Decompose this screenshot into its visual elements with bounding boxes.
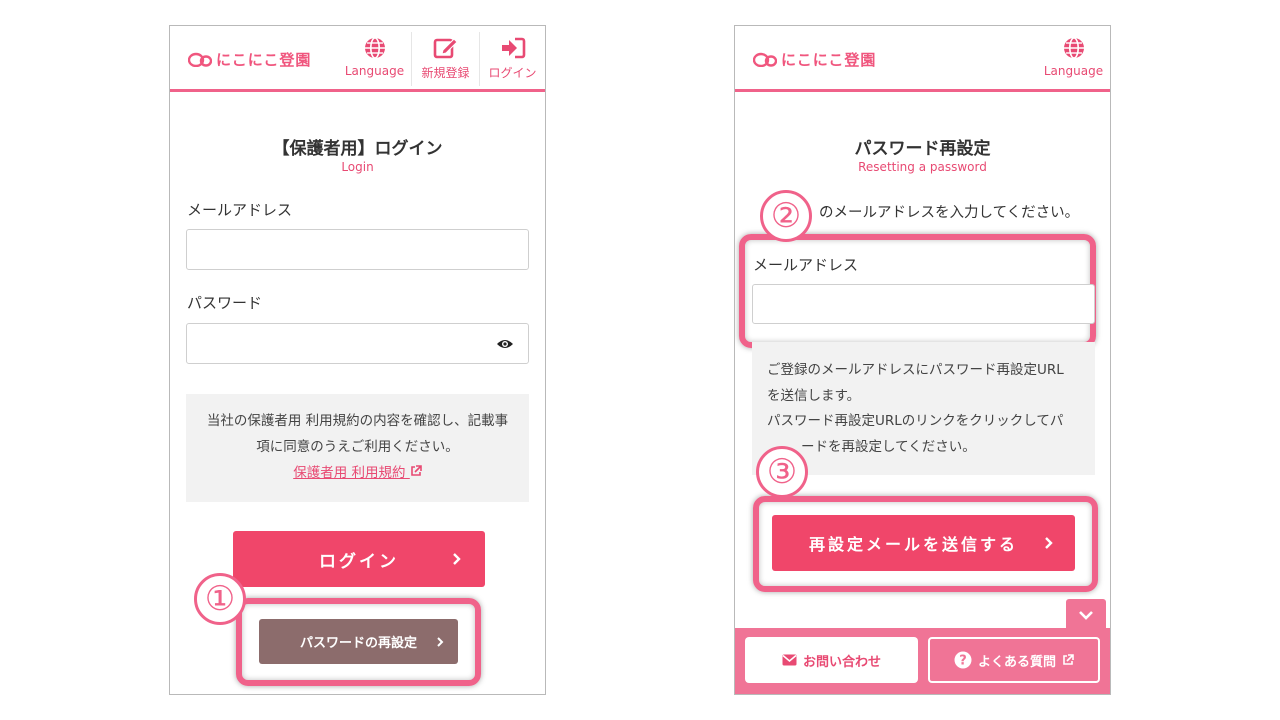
svg-text:?: ? bbox=[959, 654, 967, 669]
contact-label: お問い合わせ bbox=[802, 654, 881, 670]
faq-label: よくある質問 bbox=[977, 654, 1056, 670]
page-title: 【保護者用】ログイン bbox=[272, 139, 443, 159]
language-label: Language bbox=[344, 64, 405, 78]
language-label: Language bbox=[1043, 64, 1104, 78]
globe-icon bbox=[364, 37, 385, 59]
step-2-badge: ② bbox=[760, 190, 812, 242]
page-subtitle: Login bbox=[341, 160, 374, 174]
send-button-label: 再設定メールを送信する bbox=[808, 535, 1018, 554]
notice-text-line1: 当社の保護者用 利用規約の内容を確認し、記載事 bbox=[206, 413, 509, 429]
globe-icon bbox=[1063, 37, 1084, 59]
app-logo[interactable]: にこにこ登園 bbox=[188, 48, 311, 70]
terms-notice: 当社の保護者用 利用規約の内容を確認し、記載事 項に同意のうえご利用ください。 … bbox=[186, 394, 529, 502]
reset-info-box: ご登録のメールアドレスにパスワード再設定URL を送信します。 パスワード再設定… bbox=[752, 342, 1095, 475]
chevron-right-icon bbox=[453, 553, 461, 565]
terms-link-label: 保護者用 利用規約 bbox=[293, 465, 406, 481]
app-header: にこにこ登園 Language bbox=[735, 26, 1110, 92]
logo-mark-icon bbox=[753, 52, 777, 67]
password-field[interactable] bbox=[186, 323, 529, 364]
page-title: パスワード再設定 bbox=[854, 139, 991, 159]
reset-password-label: パスワードの再設定 bbox=[299, 636, 417, 651]
logo-text: にこにこ登園 bbox=[216, 50, 312, 69]
email-label: メールアドレス bbox=[187, 201, 293, 219]
signup-label: 新規登録 bbox=[421, 66, 470, 80]
password-reset-screen: にこにこ登園 Language パスワード再設定 Resetting a pas… bbox=[734, 25, 1111, 695]
notice-text-line2: 項に同意のうえご利用ください。 bbox=[256, 439, 459, 455]
app-header: にこにこ登園 Language 新規登録 ログイン bbox=[170, 26, 545, 92]
chevron-right-icon bbox=[437, 636, 444, 647]
sign-in-icon bbox=[501, 37, 525, 59]
info-line2: を送信します。 bbox=[767, 387, 861, 404]
logo-text: にこにこ登園 bbox=[781, 50, 877, 69]
email-field[interactable] bbox=[186, 229, 529, 270]
password-label: パスワード bbox=[187, 294, 263, 312]
faq-button[interactable]: ? よくある質問 bbox=[928, 637, 1100, 683]
email-field[interactable] bbox=[752, 284, 1095, 324]
eye-icon[interactable] bbox=[496, 338, 514, 350]
language-button[interactable]: Language bbox=[341, 32, 408, 86]
terms-link[interactable]: 保護者用 利用規約 bbox=[186, 460, 529, 486]
login-button-label: ログイン bbox=[319, 551, 399, 572]
info-line3: パスワード再設定URLのリンクをクリックしてパ bbox=[767, 413, 1064, 429]
signup-button[interactable]: 新規登録 bbox=[412, 32, 479, 86]
external-link-icon bbox=[410, 465, 422, 476]
footer-bar: お問い合わせ ? よくある質問 bbox=[735, 628, 1110, 694]
instruction-main: のメールアドレスを入力してください。 bbox=[819, 205, 1080, 221]
login-nav-label: ログイン bbox=[488, 66, 537, 80]
question-circle-icon: ? bbox=[954, 651, 972, 669]
chevron-right-icon bbox=[1045, 537, 1053, 549]
language-button[interactable]: Language bbox=[1040, 32, 1107, 86]
step-1-badge: ① bbox=[194, 573, 246, 625]
scroll-toggle-button[interactable] bbox=[1066, 599, 1106, 631]
contact-button[interactable]: お問い合わせ bbox=[745, 637, 918, 683]
login-nav-button[interactable]: ログイン bbox=[479, 32, 545, 86]
page-subtitle: Resetting a password bbox=[858, 160, 987, 174]
info-line1: ご登録のメールアドレスにパスワード再設定URL bbox=[767, 362, 1064, 378]
send-reset-email-button[interactable]: 再設定メールを送信する bbox=[772, 515, 1075, 571]
step-3-badge: ③ bbox=[756, 446, 808, 498]
external-link-icon bbox=[1063, 654, 1074, 665]
info-line4: ードを再設定してください。 bbox=[801, 438, 976, 455]
edit-icon bbox=[433, 38, 458, 59]
envelope-icon bbox=[782, 654, 797, 666]
reset-password-button[interactable]: パスワードの再設定 bbox=[259, 619, 458, 664]
app-logo[interactable]: にこにこ登園 bbox=[753, 48, 876, 70]
login-button[interactable]: ログイン bbox=[233, 531, 485, 587]
chevron-down-icon bbox=[1079, 611, 1093, 620]
email-label: メールアドレス bbox=[753, 256, 859, 274]
logo-mark-icon bbox=[188, 52, 212, 67]
